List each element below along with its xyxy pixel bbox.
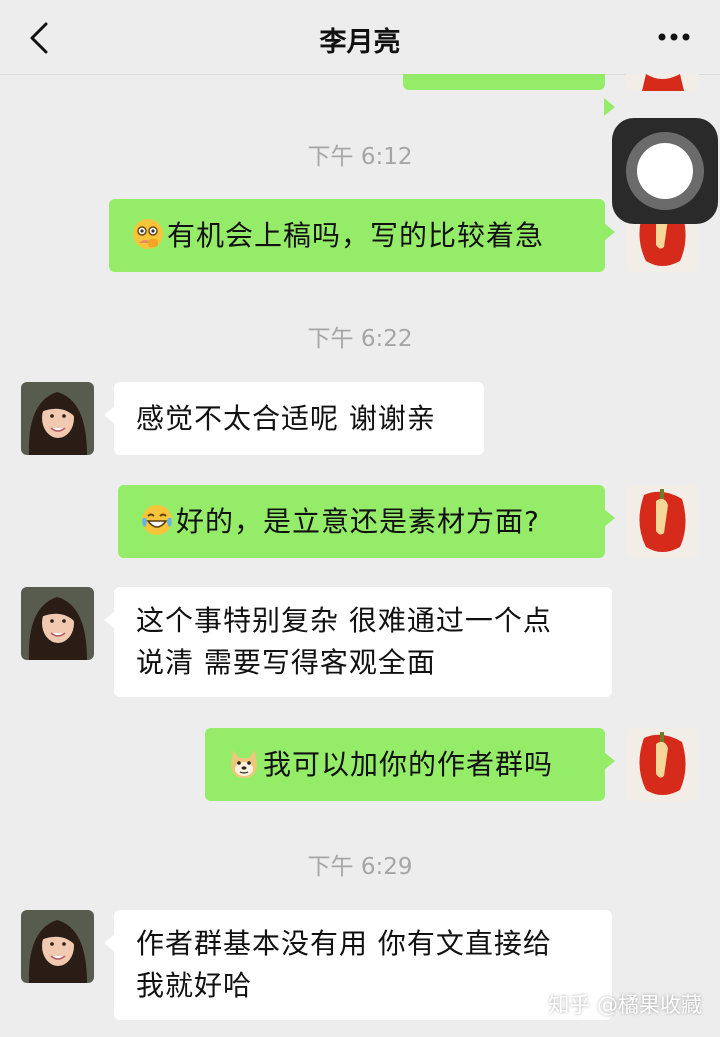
contact-message-bubble[interactable]: 这个事特别复杂 很难通过一个点 说清 需要写得客观全面 xyxy=(104,587,612,697)
watermark: 知乎 @橘果收藏 xyxy=(548,993,702,1017)
doge-emoji-icon xyxy=(227,746,261,780)
message-line: 作者群基本没有用 你有文直接给 xyxy=(136,927,552,960)
my-message-bubble[interactable]: 好的，是立意还是素材方面? xyxy=(118,485,615,558)
contact-avatar[interactable] xyxy=(21,382,94,455)
my-avatar[interactable] xyxy=(626,728,699,801)
message-line: 这个事特别复杂 很难通过一个点 xyxy=(136,604,552,637)
contact-avatar[interactable] xyxy=(21,587,94,660)
message-text: 好的，是立意还是素材方面? xyxy=(176,504,540,538)
previous-message-bubble[interactable] xyxy=(403,74,615,116)
timestamp: 下午 6:22 xyxy=(307,326,413,352)
assistive-touch-button[interactable] xyxy=(612,118,718,224)
message-text: 有机会上稿吗，写的比较着急 xyxy=(167,218,545,252)
assistive-touch-dot-icon xyxy=(637,143,693,199)
contact-message-bubble[interactable]: 感觉不太合适呢 谢谢亲 xyxy=(104,382,484,455)
message-text: 感觉不太合适呢 谢谢亲 xyxy=(136,401,436,435)
laughing-tears-emoji-icon xyxy=(140,503,174,537)
my-avatar[interactable] xyxy=(626,485,699,558)
message-line: 说清 需要写得客观全面 xyxy=(136,646,436,679)
message-text: 我可以加你的作者群吗 xyxy=(263,747,554,781)
timestamp: 下午 6:29 xyxy=(307,854,413,880)
contact-avatar[interactable] xyxy=(21,910,94,983)
my-message-bubble[interactable]: 有机会上稿吗，写的比较着急 xyxy=(109,199,615,272)
chat-title: 李月亮 xyxy=(319,27,401,58)
chat-header: 李月亮 xyxy=(0,0,720,75)
more-options-icon[interactable] xyxy=(654,22,694,52)
contact-message-bubble[interactable]: 作者群基本没有用 你有文直接给 我就好哈 xyxy=(104,910,612,1020)
my-message-bubble[interactable]: 我可以加你的作者群吗 xyxy=(205,728,615,801)
message-line: 我就好哈 xyxy=(136,969,253,1002)
thinking-face-emoji-icon xyxy=(131,217,165,251)
my-avatar[interactable] xyxy=(626,74,699,91)
